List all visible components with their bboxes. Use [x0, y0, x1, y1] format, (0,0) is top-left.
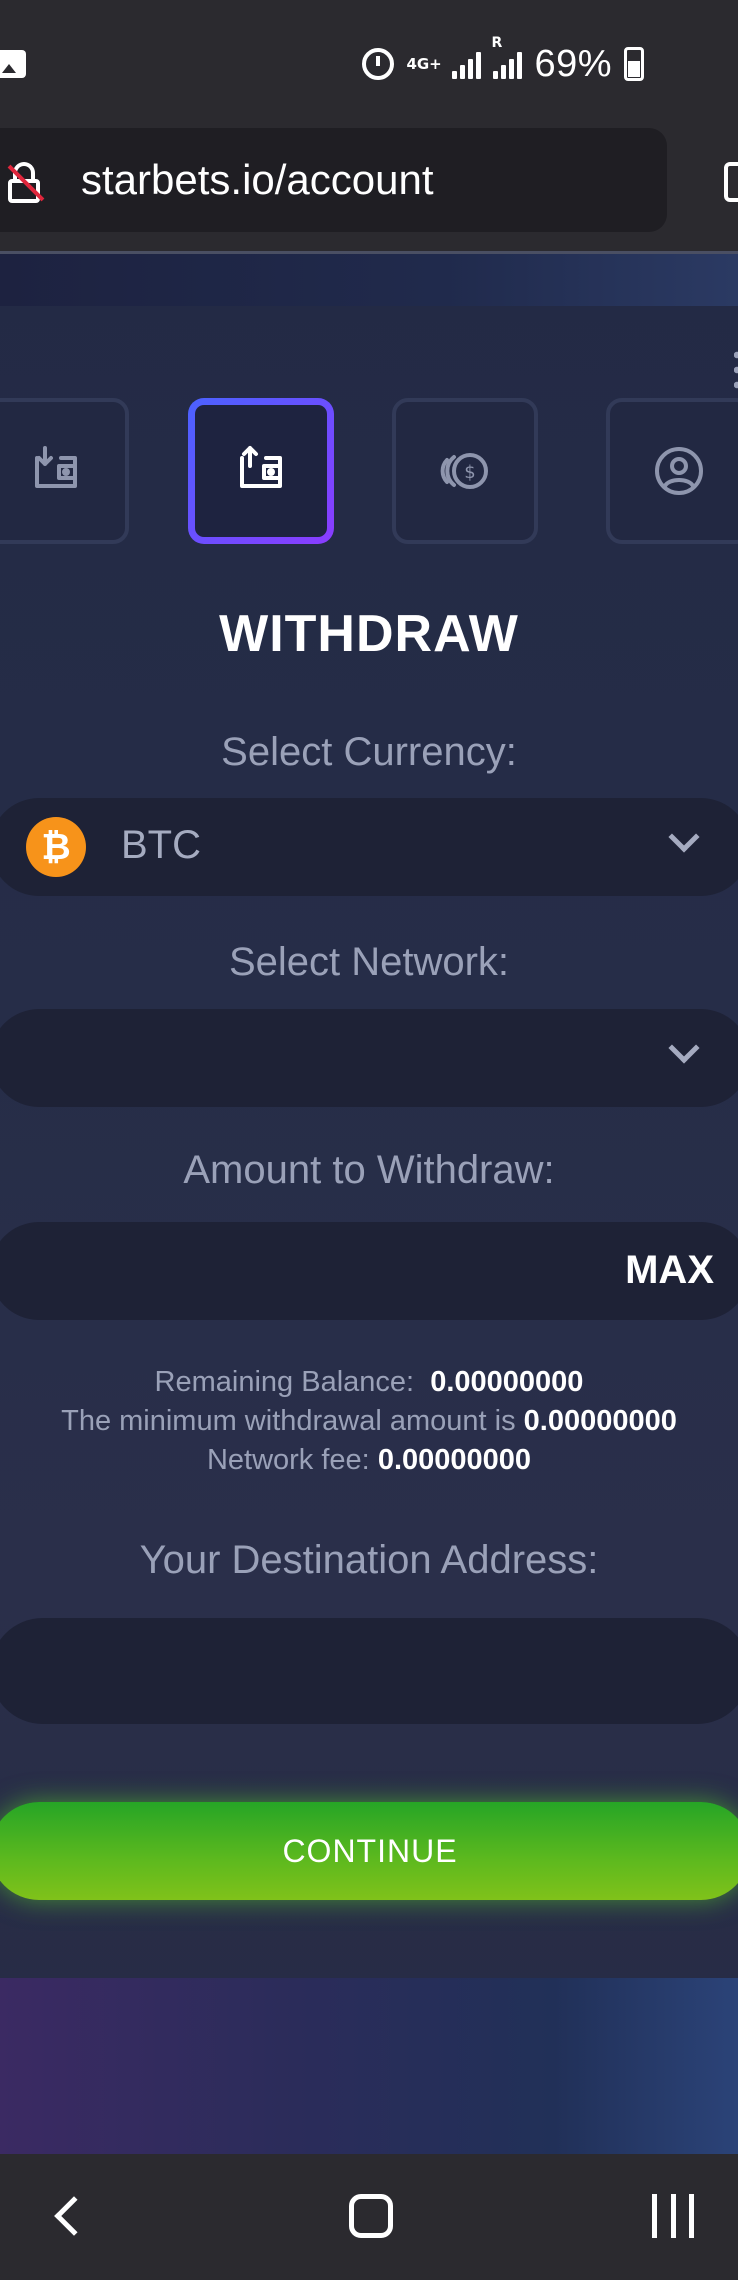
signal-icon: [452, 49, 482, 79]
roaming-signal-icon: R: [491, 35, 523, 79]
remaining-balance-line: Remaining Balance: 0.00000000: [0, 1366, 738, 1399]
currency-label: Select Currency:: [221, 730, 517, 774]
address-bar[interactable]: starbets.io/account: [0, 128, 667, 232]
remaining-balance-label: Remaining Balance:: [154, 1366, 415, 1398]
battery-percent: 69%: [534, 42, 612, 85]
network-label: Select Network:: [228, 940, 510, 984]
page-footer-band: [0, 1978, 738, 2154]
network-select[interactable]: [0, 1009, 738, 1107]
svg-text:$: $: [464, 462, 475, 483]
browser-toolbar: starbets.io/account: [0, 128, 738, 254]
home-icon[interactable]: [349, 2194, 393, 2238]
continue-button[interactable]: CONTINUE: [0, 1802, 738, 1900]
url-text[interactable]: starbets.io/account: [81, 156, 434, 204]
max-button[interactable]: MAX: [625, 1248, 714, 1293]
status-bar: 4G+ R 69%: [0, 0, 738, 128]
more-options-icon[interactable]: [734, 350, 738, 390]
network-fee-line: Network fee: 0.00000000: [0, 1444, 738, 1477]
minimum-withdrawal-line: The minimum withdrawal amount is 0.00000…: [0, 1405, 738, 1438]
coin-icon: $: [440, 453, 488, 489]
tab-withdraw[interactable]: [188, 398, 334, 544]
chevron-down-icon: [668, 1032, 700, 1064]
bitcoin-icon: ₿: [26, 817, 86, 877]
alarm-icon: [362, 48, 395, 80]
network-type-label: 4G+: [406, 54, 442, 73]
tab-deposit[interactable]: [0, 398, 129, 544]
account-page: $ WITHDRAW Select Currency: ₿ BTC Select…: [0, 254, 738, 2154]
network-fee-value: 0.00000000: [377, 1444, 532, 1476]
destination-address-input[interactable]: [0, 1618, 738, 1724]
system-nav-bar: [0, 2154, 738, 2280]
wallet-out-icon: [240, 446, 282, 488]
chevron-down-icon: [668, 821, 700, 853]
tab-switcher-icon[interactable]: [724, 162, 738, 202]
tab-profile[interactable]: [606, 398, 738, 544]
user-icon: [655, 447, 703, 495]
status-indicators: 4G+ R 69%: [362, 35, 644, 85]
amount-input[interactable]: MAX: [0, 1222, 738, 1320]
remaining-balance-value: 0.00000000: [430, 1366, 584, 1398]
network-fee-label: Network fee:: [206, 1444, 370, 1476]
minimum-withdrawal-value: 0.00000000: [523, 1405, 677, 1437]
roaming-indicator: R: [491, 35, 503, 51]
destination-label: Your Destination Address:: [139, 1538, 599, 1582]
wallet-in-icon: [35, 446, 77, 488]
tab-tip[interactable]: $: [392, 398, 538, 544]
currency-value: BTC: [121, 823, 201, 867]
currency-select[interactable]: ₿ BTC: [0, 798, 738, 896]
not-secure-lock-icon[interactable]: [7, 162, 45, 203]
minimum-withdrawal-label: The minimum withdrawal amount is: [61, 1405, 516, 1437]
battery-icon: [624, 47, 644, 81]
page-header-strip: [0, 254, 738, 306]
gallery-icon: [0, 50, 26, 78]
amount-label: Amount to Withdraw:: [183, 1148, 555, 1192]
page-title: WITHDRAW: [219, 605, 519, 663]
back-icon[interactable]: [54, 2196, 94, 2236]
recent-apps-icon[interactable]: [652, 2194, 694, 2238]
